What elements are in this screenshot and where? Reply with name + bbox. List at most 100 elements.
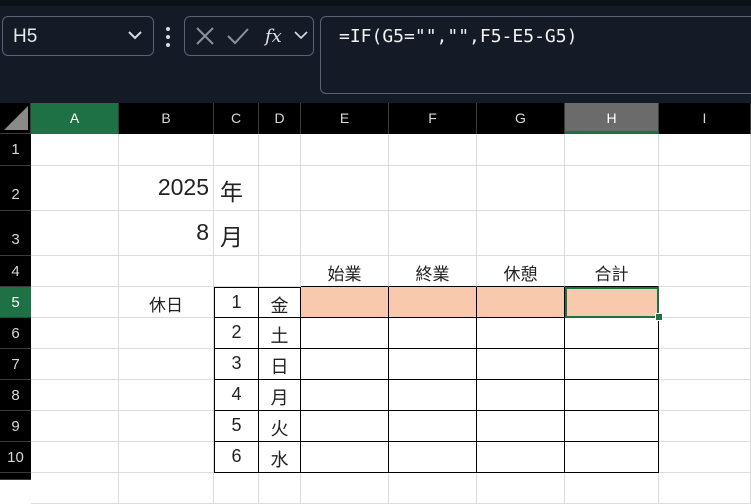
cell[interactable] <box>119 411 214 442</box>
cell-weekday[interactable]: 土 <box>259 318 301 349</box>
cell[interactable] <box>659 349 751 380</box>
cell[interactable] <box>565 134 659 166</box>
cell-time-entry[interactable] <box>389 411 477 442</box>
column-header-g[interactable]: G <box>477 103 565 134</box>
cell[interactable] <box>659 134 751 166</box>
cell[interactable] <box>389 134 477 166</box>
cell-date[interactable]: 3 <box>214 349 259 380</box>
cell[interactable] <box>31 134 119 166</box>
column-header-a[interactable]: A <box>31 103 119 134</box>
select-all-icon[interactable] <box>4 106 28 130</box>
cell[interactable] <box>31 256 119 287</box>
cell-time-entry[interactable] <box>389 380 477 411</box>
cell-g4-break-header[interactable]: 休憩 <box>477 256 565 287</box>
cell[interactable] <box>119 442 214 473</box>
cell-b3-month[interactable]: 8 <box>119 211 214 256</box>
cell-weekday[interactable]: 水 <box>259 442 301 473</box>
cell[interactable] <box>565 211 659 256</box>
cell[interactable] <box>31 349 119 380</box>
cell[interactable] <box>31 166 119 211</box>
cell-time-entry[interactable] <box>389 318 477 349</box>
cell[interactable] <box>659 473 751 504</box>
cell-e4-start-header[interactable]: 始業 <box>301 256 389 287</box>
cell-c3-month-unit[interactable]: 月 <box>214 211 259 256</box>
cell-time-entry[interactable] <box>301 318 389 349</box>
row-header-10[interactable]: 10 <box>0 442 31 473</box>
cell[interactable] <box>301 211 389 256</box>
row-header-5[interactable]: 5 <box>0 287 31 318</box>
column-header-d[interactable]: D <box>259 103 301 134</box>
cell[interactable] <box>389 166 477 211</box>
cell[interactable] <box>259 211 301 256</box>
cell[interactable] <box>565 166 659 211</box>
cell-weekday[interactable]: 火 <box>259 411 301 442</box>
cell-date[interactable]: 5 <box>214 411 259 442</box>
insert-function-icon[interactable]: fx <box>263 23 289 49</box>
cell[interactable] <box>659 442 751 473</box>
cell-time-entry[interactable] <box>477 318 565 349</box>
cell-time-entry[interactable] <box>477 349 565 380</box>
cell[interactable] <box>659 411 751 442</box>
cell[interactable] <box>119 380 214 411</box>
cell[interactable] <box>214 134 259 166</box>
chevron-down-icon[interactable] <box>125 25 145 45</box>
cell-time-entry[interactable] <box>389 442 477 473</box>
column-header-h[interactable]: H <box>565 103 659 134</box>
cell-time-entry[interactable] <box>477 442 565 473</box>
cell[interactable] <box>259 166 301 211</box>
cell-time-entry[interactable] <box>301 442 389 473</box>
cell[interactable] <box>214 256 259 287</box>
cell-f4-end-header[interactable]: 終業 <box>389 256 477 287</box>
cell-time-entry[interactable] <box>565 380 659 411</box>
column-header-e[interactable]: E <box>301 103 389 134</box>
cell[interactable] <box>477 211 565 256</box>
cell[interactable] <box>659 318 751 349</box>
cell-e5-start[interactable] <box>301 287 389 318</box>
cell[interactable] <box>659 256 751 287</box>
cell[interactable] <box>31 473 119 504</box>
cell[interactable] <box>214 473 259 504</box>
row-header-4[interactable]: 4 <box>0 256 31 287</box>
formula-text[interactable]: =IF(G5="","",F5-E5-G5) <box>339 26 577 47</box>
cell-g5-break[interactable] <box>477 287 565 318</box>
cell-weekday[interactable]: 金 <box>259 287 301 318</box>
cell[interactable] <box>119 349 214 380</box>
cancel-icon[interactable] <box>193 24 217 48</box>
cell[interactable] <box>119 256 214 287</box>
cell[interactable] <box>119 318 214 349</box>
cell-date[interactable]: 2 <box>214 318 259 349</box>
cell[interactable] <box>31 380 119 411</box>
cell-time-entry[interactable] <box>477 411 565 442</box>
fill-handle-icon[interactable] <box>655 313 663 321</box>
cell[interactable] <box>389 211 477 256</box>
cell[interactable] <box>119 134 214 166</box>
cell-time-entry[interactable] <box>301 411 389 442</box>
cell[interactable] <box>31 287 119 318</box>
row-header-8[interactable]: 8 <box>0 380 31 411</box>
cell-c2-year-unit[interactable]: 年 <box>214 166 259 211</box>
cell[interactable] <box>31 318 119 349</box>
cell[interactable] <box>477 473 565 504</box>
cell-time-entry[interactable] <box>301 349 389 380</box>
cell-b2-year[interactable]: 2025 <box>119 166 214 211</box>
cell-f5-end[interactable] <box>389 287 477 318</box>
cell-date[interactable]: 1 <box>214 287 259 318</box>
cell[interactable] <box>301 134 389 166</box>
row-header-11[interactable] <box>0 473 31 480</box>
name-box[interactable]: H5 <box>2 16 154 56</box>
cell[interactable] <box>31 442 119 473</box>
row-header-1[interactable]: 1 <box>0 134 31 166</box>
cell[interactable] <box>301 166 389 211</box>
cell[interactable] <box>565 473 659 504</box>
cell[interactable] <box>301 473 389 504</box>
cell[interactable] <box>31 211 119 256</box>
chevron-down-icon[interactable] <box>293 27 309 43</box>
row-header-2[interactable]: 2 <box>0 166 31 211</box>
cell[interactable] <box>31 411 119 442</box>
column-header-f[interactable]: F <box>389 103 477 134</box>
cell-h4-total-header[interactable]: 合計 <box>565 256 659 287</box>
more-options-icon[interactable] <box>163 24 173 50</box>
cell-time-entry[interactable] <box>389 349 477 380</box>
enter-icon[interactable] <box>225 24 251 48</box>
cell-time-entry[interactable] <box>477 380 565 411</box>
